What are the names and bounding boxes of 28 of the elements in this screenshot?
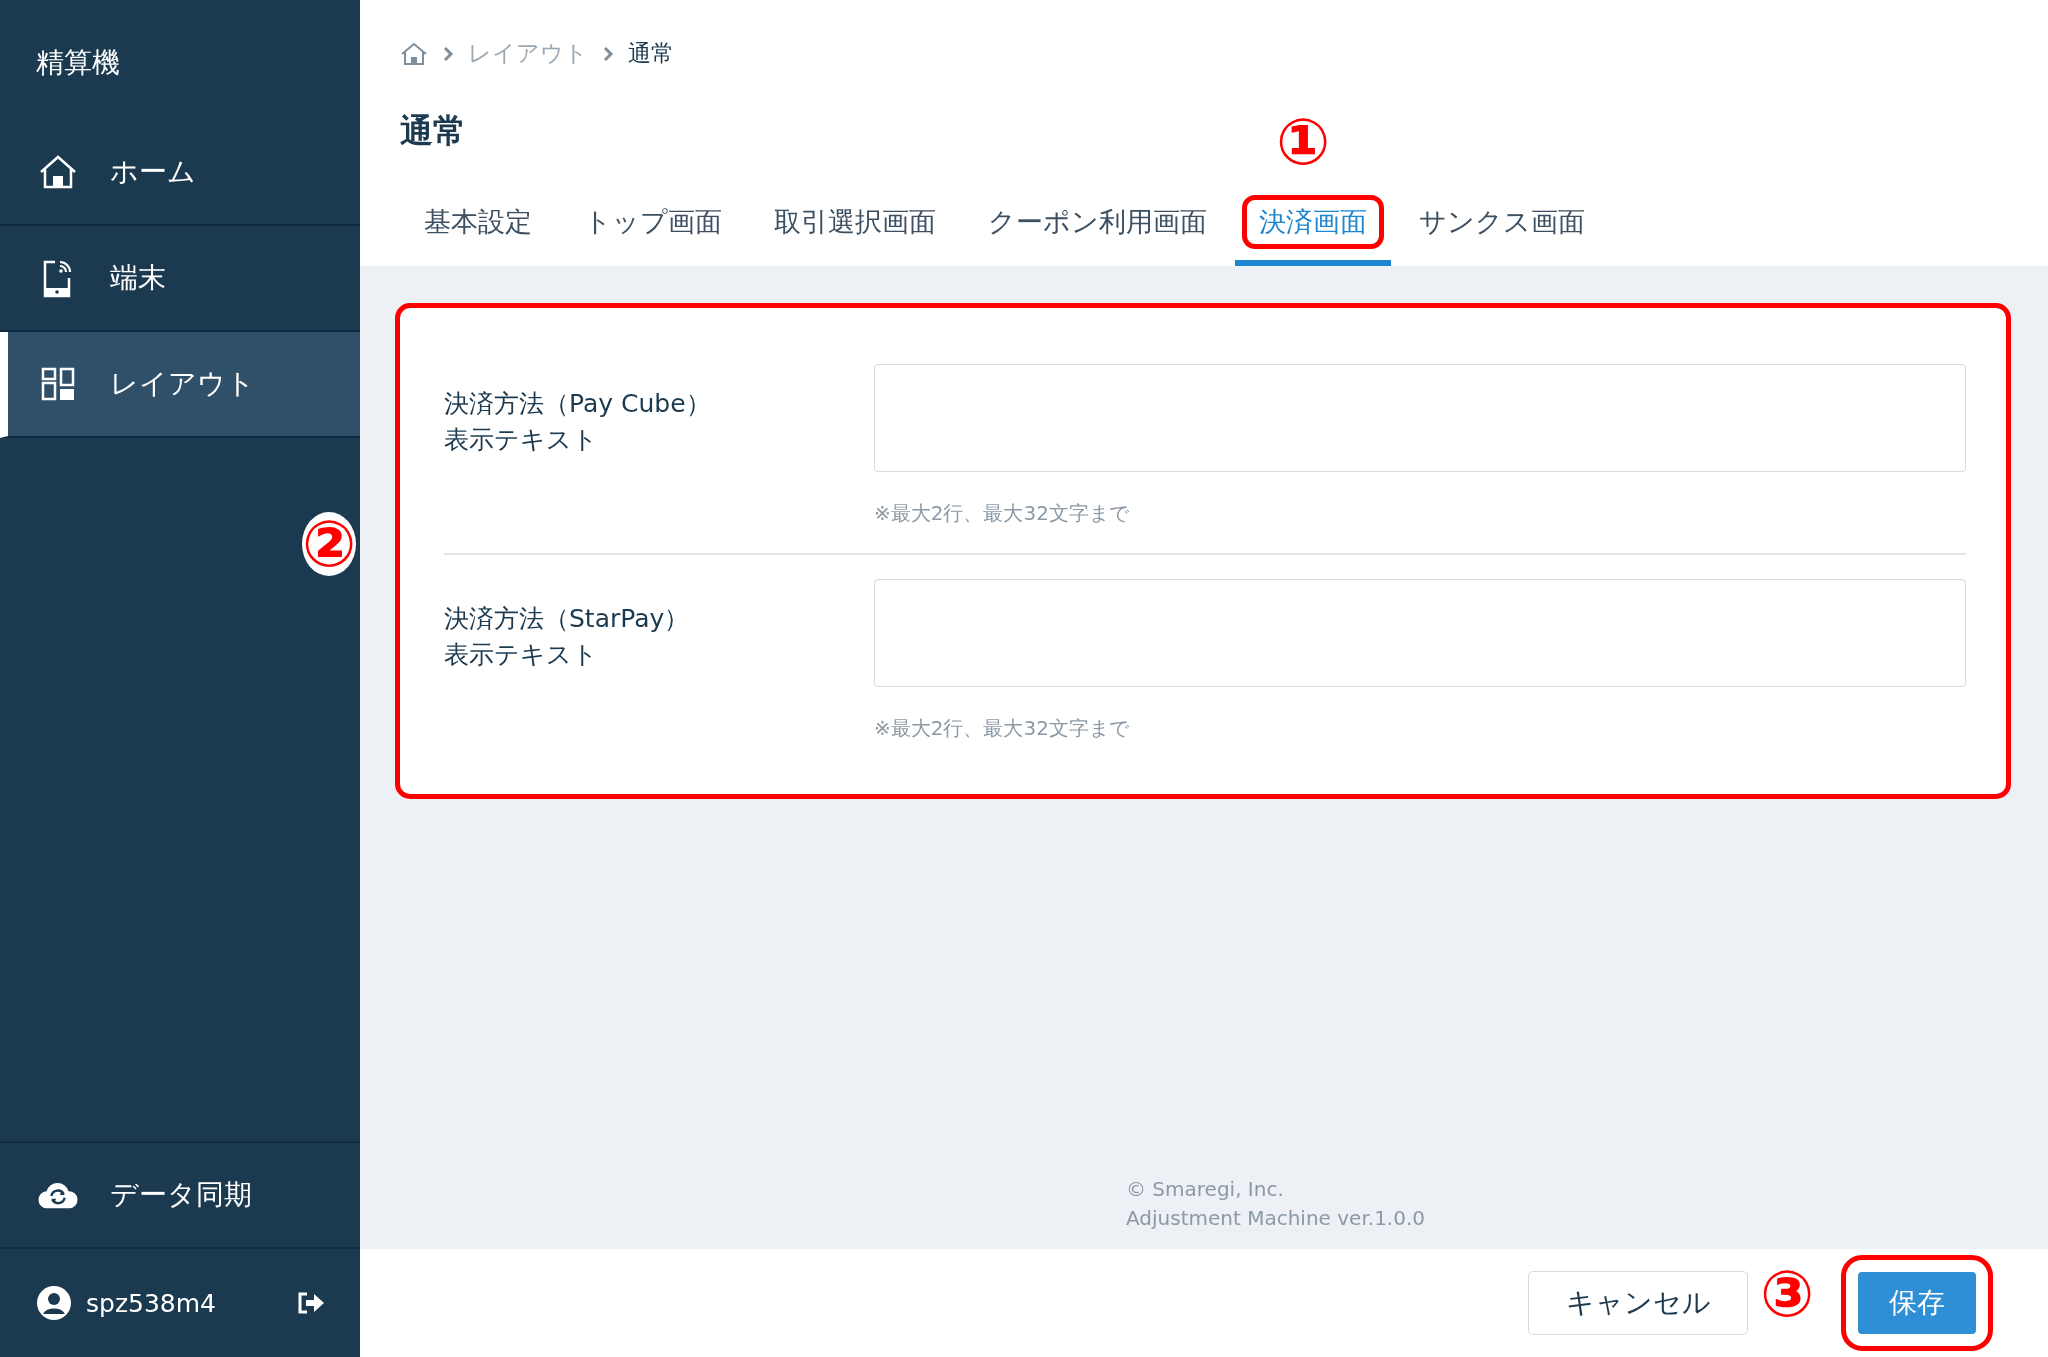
chevron-icon bbox=[442, 45, 454, 62]
tab[interactable]: サンクス画面 bbox=[1395, 190, 1609, 266]
page-title: 通常 bbox=[400, 110, 466, 152]
input-field[interactable] bbox=[874, 364, 1966, 472]
home-icon bbox=[38, 155, 78, 189]
logout-icon[interactable] bbox=[296, 1291, 326, 1315]
app-title: 精算機 bbox=[35, 45, 121, 81]
copyright-text: © Smaregi, Inc. bbox=[1126, 1176, 1285, 1203]
tab[interactable]: 基本設定 bbox=[400, 190, 556, 266]
tab[interactable]: 決済画面 bbox=[1235, 190, 1391, 266]
field-label: 決済方法（Pay Cube） 表示テキスト bbox=[444, 388, 712, 456]
tab[interactable]: トップ画面 bbox=[560, 190, 746, 266]
home-icon[interactable] bbox=[400, 41, 428, 66]
tab[interactable]: 取引選択画面 bbox=[750, 190, 960, 266]
cancel-button[interactable]: キャンセル bbox=[1528, 1271, 1748, 1335]
version-text: Adjustment Machine ver.1.0.0 bbox=[1126, 1205, 1427, 1232]
chevron-icon bbox=[602, 45, 614, 62]
field-hint: ※最大2行、最大32文字まで bbox=[874, 500, 1130, 527]
cloud-sync-icon bbox=[38, 1180, 78, 1210]
tab[interactable]: クーポン利用画面 bbox=[964, 190, 1231, 266]
breadcrumb-item: 通常 bbox=[628, 39, 674, 68]
field-hint: ※最大2行、最大32文字まで bbox=[874, 715, 1130, 742]
sidebar-item[interactable]: レイアウト bbox=[0, 332, 360, 438]
grid-icon bbox=[41, 367, 75, 401]
user-name: spz538m4 bbox=[86, 1288, 217, 1318]
field-label: 決済方法（StarPay） 表示テキスト bbox=[444, 603, 691, 671]
input-field[interactable] bbox=[874, 579, 1966, 687]
avatar-icon bbox=[36, 1285, 72, 1321]
